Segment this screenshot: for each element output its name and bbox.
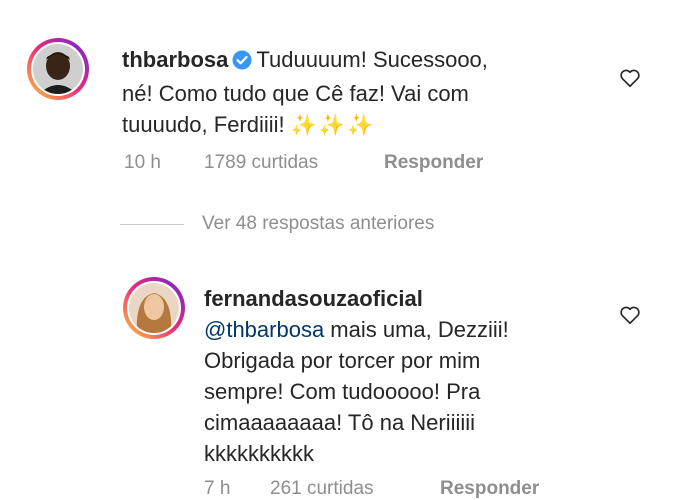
mention-link[interactable]: @thbarbosa — [204, 317, 324, 342]
comment-text-line: kkkkkkkkkk — [204, 441, 314, 466]
comment-text-line: Tuduuuum! Sucessooo, — [256, 47, 488, 72]
reply-button[interactable]: Responder — [384, 152, 483, 174]
reply-button[interactable]: Responder — [440, 478, 539, 500]
view-previous-replies-label: Ver 48 respostas anteriores — [202, 213, 435, 234]
username[interactable]: fernandasouzaoficial — [204, 286, 423, 311]
profile-photo-fernandasouzaoficial — [129, 283, 179, 333]
verified-badge-icon — [232, 47, 252, 78]
comment-text-line: sempre! Com tudooooo! Pra — [204, 379, 481, 404]
comment-meta: 10 h 1789 curtidas Responder — [124, 152, 483, 174]
avatar[interactable] — [123, 277, 185, 339]
like-count[interactable]: 1789 curtidas — [204, 152, 384, 174]
timestamp: 10 h — [124, 152, 161, 173]
comment-text-line: mais uma, Dezziii! — [324, 317, 509, 342]
profile-photo-thbarbosa — [33, 44, 83, 94]
divider-line — [120, 223, 184, 225]
comment-text-line: tuuuudo, Ferdiiii! — [122, 112, 285, 137]
heart-icon[interactable] — [619, 67, 641, 89]
username[interactable]: thbarbosa — [122, 47, 228, 72]
comment-text-line: Obrigada por torcer por mim — [204, 348, 481, 373]
like-count[interactable]: 261 curtidas — [270, 478, 440, 500]
comment-text-line: cimaaaaaaaa! Tô na Neriiiiii — [204, 410, 476, 435]
comment-text-line: né! Como tudo que Cê faz! Vai com — [122, 81, 469, 106]
comment-body: thbarbosa Tuduuuum! Sucessooo, né! Como … — [122, 44, 592, 141]
comment-meta: 7 h 261 curtidas Responder — [204, 478, 539, 500]
timestamp: 7 h — [204, 478, 231, 499]
view-previous-replies[interactable]: Ver 48 respostas anteriores — [120, 213, 434, 235]
sparkles-emoji: ✨✨✨ — [290, 114, 376, 137]
comment-body: fernandasouzaoficial @thbarbosa mais uma… — [204, 283, 624, 469]
heart-icon[interactable] — [619, 304, 641, 326]
avatar[interactable] — [27, 38, 89, 100]
